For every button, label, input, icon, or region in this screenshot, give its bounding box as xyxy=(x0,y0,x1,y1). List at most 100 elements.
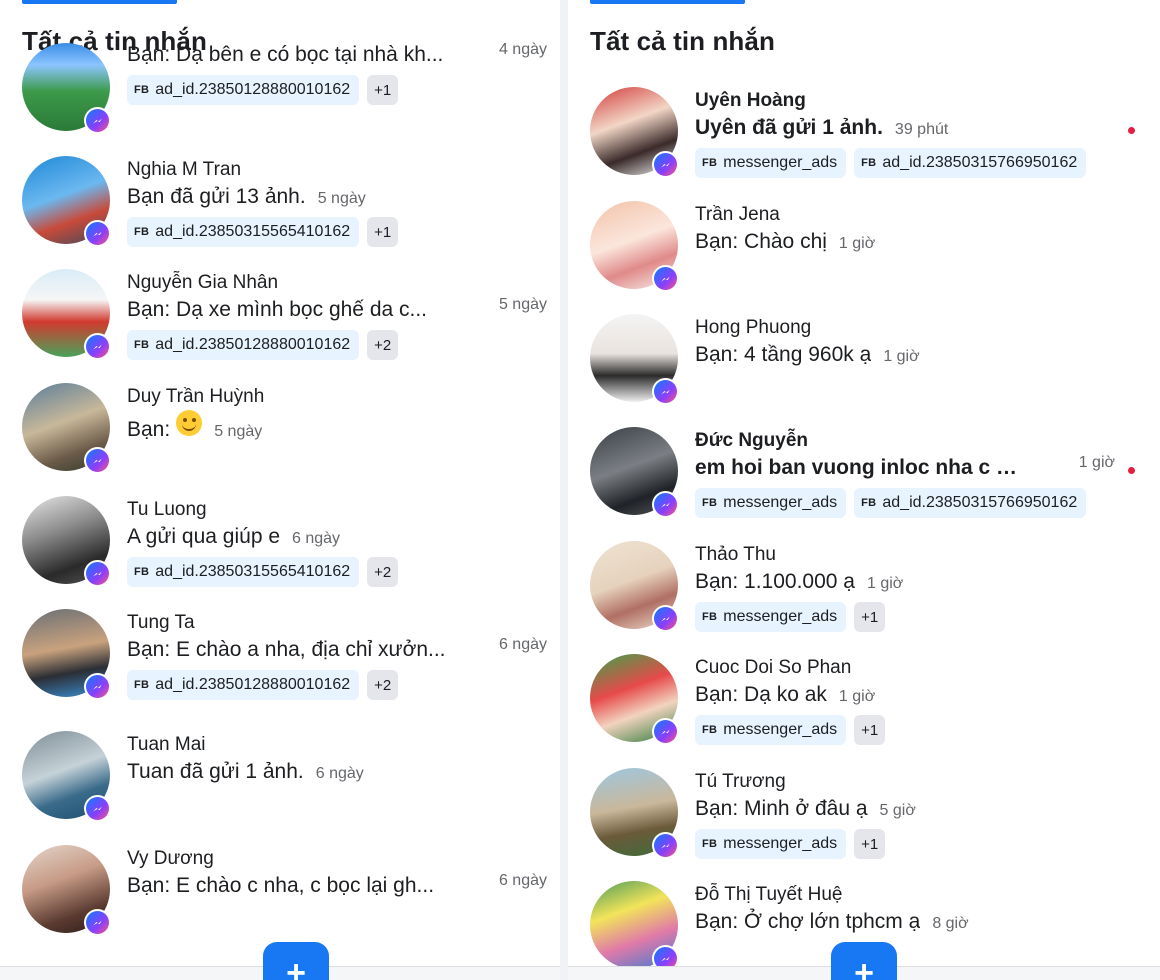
ad-label-tag[interactable]: FB messenger_ads xyxy=(695,148,847,178)
message-preview-line: Bạn: 1.100.000 ạ 1 giờ xyxy=(695,568,1115,596)
message-preview-line: Bạn: Ở chợ lớn tphcm ạ 8 giờ xyxy=(695,908,1115,936)
message-snippet: Uyên đã gửi 1 ảnh. xyxy=(695,116,883,139)
conversation-text: Trần Jena Bạn: Chào chị 1 giờ xyxy=(695,203,1115,256)
contact-name: Cuoc Doi So Phan xyxy=(695,657,852,678)
more-labels-badge[interactable]: +1 xyxy=(367,75,399,105)
conversation-row[interactable]: Đức Nguyễn em hoi ban vuong inloc nha c o… xyxy=(590,427,1135,527)
message-time: 5 ngày xyxy=(498,296,547,313)
plus-icon: + xyxy=(286,954,306,980)
message-time: 5 ngày xyxy=(317,190,366,207)
conversation-row[interactable]: Tu Luong A gửi qua giúp e 6 ngày FB ad_id.23… xyxy=(22,496,552,596)
ad-label-text: messenger_ads xyxy=(723,494,838,511)
conversation-row[interactable]: Vy Dương Bạn: E chào c nha, c bọc lại gh.… xyxy=(22,845,552,945)
conversation-text: Uyên Hoàng Uyên đã gửi 1 ảnh. 39 phút FB mes… xyxy=(695,89,1115,178)
message-preview-line: Bạn: Chào chị 1 giờ xyxy=(695,228,1115,256)
more-labels-badge[interactable]: +2 xyxy=(367,557,399,587)
conversation-row[interactable]: Tú Trương Bạn: Minh ở đâu ạ 5 giờ FB messeng… xyxy=(590,768,1120,868)
messenger-icon xyxy=(84,220,111,247)
contact-name: Tu Luong xyxy=(127,499,207,520)
ad-label-tag[interactable]: FB ad_id.23850315766950162 xyxy=(854,488,1087,518)
facebook-label-icon: FB xyxy=(702,497,718,509)
messenger-badge xyxy=(86,109,109,132)
facebook-label-icon: FB xyxy=(134,226,150,238)
contact-name: Hong Phuong xyxy=(695,317,812,338)
ad-label-text: messenger_ads xyxy=(723,721,838,738)
messenger-badge xyxy=(86,797,109,820)
conversation-row[interactable]: Duy Trần Huỳnh Bạn: 5 ngày xyxy=(22,383,552,483)
conversation-text: Vy Dương Bạn: E chào c nha, c bọc lại gh.… xyxy=(127,847,547,900)
messenger-badge xyxy=(654,834,677,857)
ad-label-tag[interactable]: FB ad_id.23850128880010162 xyxy=(127,670,360,700)
ad-label-tag[interactable]: FB messenger_ads xyxy=(695,829,847,859)
contact-name: Tú Trương xyxy=(695,771,786,792)
ad-label-text: messenger_ads xyxy=(723,154,838,171)
conversation-row[interactable]: Tuan Mai Tuan đã gửi 1 ảnh. 6 ngày xyxy=(22,731,552,831)
new-message-button[interactable]: + xyxy=(831,942,897,980)
ad-label-tag[interactable]: FB ad_id.23850315565410162 xyxy=(127,217,360,247)
conversation-text: Duy Trần Huỳnh Bạn: 5 ngày xyxy=(127,385,547,444)
conversation-row[interactable]: Thảo Thu Bạn: 1.100.000 ạ 1 giờ FB messenger… xyxy=(590,541,1120,641)
messenger-icon xyxy=(84,447,111,474)
conversation-row[interactable]: Tung Ta Bạn: E chào a nha, địa chỉ xưởn..… xyxy=(22,609,552,709)
conversation-row[interactable]: Bạn: Dạ bên e có bọc tại nhà kh... 4 ngày… xyxy=(22,41,552,143)
facebook-label-icon: FB xyxy=(134,679,150,691)
ad-label-text: ad_id.23850128880010162 xyxy=(155,336,351,353)
ad-label-tag[interactable]: FB ad_id.23850128880010162 xyxy=(127,330,360,360)
message-time: 4 ngày xyxy=(498,41,547,58)
conversation-row[interactable]: Uyên Hoàng Uyên đã gửi 1 ảnh. 39 phút FB mes… xyxy=(590,87,1135,187)
messenger-badge xyxy=(654,607,677,630)
message-preview-line: Tuan đã gửi 1 ảnh. 6 ngày xyxy=(127,758,547,786)
conversation-row[interactable]: Nghia M Tran Bạn đã gửi 13 ảnh. 5 ngày FB ad… xyxy=(22,156,552,256)
label-tags: FB ad_id.23850128880010162 +2 xyxy=(127,670,547,700)
conversation-row[interactable]: Cuoc Doi So Phan Bạn: Dạ ko ak 1 giờ FB mess… xyxy=(590,654,1120,754)
message-snippet: Bạn: Chào chị xyxy=(695,230,827,253)
message-time: 6 ngày xyxy=(315,765,364,782)
messenger-icon xyxy=(652,832,679,859)
facebook-label-icon: FB xyxy=(702,611,718,623)
conversation-row[interactable]: Nguyễn Gia Nhân Bạn: Dạ xe mình bọc ghế d… xyxy=(22,269,552,369)
messenger-icon xyxy=(84,333,111,360)
ad-label-text: ad_id.23850315565410162 xyxy=(155,223,351,240)
contact-name: Duy Trần Huỳnh xyxy=(127,386,265,407)
more-labels-badge[interactable]: +1 xyxy=(854,602,886,632)
message-preview-line: Bạn: Dạ ko ak 1 giờ xyxy=(695,681,1115,709)
message-preview-line: Bạn: 5 ngày xyxy=(127,410,547,444)
message-time: 1 giờ xyxy=(838,235,876,252)
ad-label-text: ad_id.23850128880010162 xyxy=(155,81,351,98)
messenger-badge xyxy=(654,153,677,176)
more-labels-badge[interactable]: +1 xyxy=(854,829,886,859)
ad-label-text: messenger_ads xyxy=(723,835,838,852)
ad-label-text: messenger_ads xyxy=(723,608,838,625)
ad-label-tag[interactable]: FB ad_id.23850128880010162 xyxy=(127,75,360,105)
ad-label-tag[interactable]: FB ad_id.23850315565410162 xyxy=(127,557,360,587)
messenger-icon xyxy=(652,491,679,518)
more-labels-badge[interactable]: +1 xyxy=(367,217,399,247)
message-time: 1 giờ xyxy=(883,348,920,365)
conversation-row[interactable]: Hong Phuong Bạn: 4 tầng 960k ạ 1 giờ xyxy=(590,314,1120,414)
conversation-text: Đỗ Thị Tuyết Huệ Bạn: Ở chợ lớn tphcm ạ 8 … xyxy=(695,883,1115,936)
messenger-icon xyxy=(84,560,111,587)
more-labels-badge[interactable]: +2 xyxy=(367,330,399,360)
ad-label-tag[interactable]: FB messenger_ads xyxy=(695,602,847,632)
active-tab-indicator xyxy=(590,0,745,4)
ad-label-tag[interactable]: FB ad_id.23850315766950162 xyxy=(854,148,1087,178)
right-inbox-panel: Tất cả tin nhắn Uyên Hoàng Uyên đã gửi 1 … xyxy=(568,0,1160,980)
message-snippet: Bạn: 1.100.000 ạ xyxy=(695,570,855,593)
conversation-row[interactable]: Trần Jena Bạn: Chào chị 1 giờ xyxy=(590,201,1120,301)
facebook-label-icon: FB xyxy=(861,157,877,169)
messenger-icon xyxy=(652,378,679,405)
messenger-badge xyxy=(86,335,109,358)
message-preview-line: Bạn: 4 tầng 960k ạ 1 giờ xyxy=(695,341,1115,369)
ad-label-tag[interactable]: FB messenger_ads xyxy=(695,715,847,745)
more-labels-badge[interactable]: +1 xyxy=(854,715,886,745)
messenger-icon xyxy=(84,673,111,700)
label-tags: FB ad_id.23850315565410162 +2 xyxy=(127,557,547,587)
new-message-button[interactable]: + xyxy=(263,942,329,980)
message-preview-line: em hoi ban vuong inloc nha c oi g... 1 gi… xyxy=(695,454,1115,482)
message-snippet: Bạn: Dạ ko ak xyxy=(695,683,827,706)
ad-label-tag[interactable]: FB messenger_ads xyxy=(695,488,847,518)
page-title: Tất cả tin nhắn xyxy=(590,26,775,56)
ad-label-text: ad_id.23850315565410162 xyxy=(155,563,351,580)
more-labels-badge[interactable]: +2 xyxy=(367,670,399,700)
conversation-text: Nguyễn Gia Nhân Bạn: Dạ xe mình bọc ghế d… xyxy=(127,271,547,360)
